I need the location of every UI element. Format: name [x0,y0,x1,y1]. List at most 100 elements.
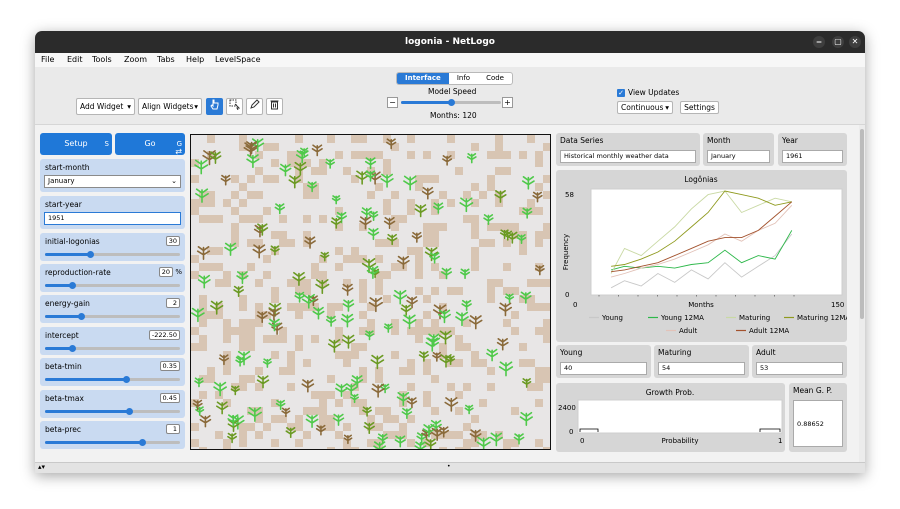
menu-zoom[interactable]: Zoom [124,55,147,64]
adult-value: 53 [756,362,843,375]
slider-knob[interactable] [78,313,86,320]
bare-patch [327,391,335,399]
tab-interface[interactable]: Interface [397,73,449,84]
resize-handle-icon[interactable]: • [447,463,451,470]
speed-increase-button[interactable]: + [502,97,513,108]
start-year-input[interactable]: 1951 [44,212,181,225]
bare-patch [519,151,527,159]
slider-track[interactable] [45,408,180,415]
bare-patch [503,447,511,449]
slider-value[interactable]: 1 [166,424,180,434]
bare-patch [535,327,543,335]
data-series-select[interactable]: Historical monthly weather data [560,150,696,163]
scrollbar-thumb[interactable] [860,129,864,319]
slider-track[interactable] [45,376,180,383]
view-updates-checkbox[interactable]: ✓ [617,89,625,97]
bare-patch [375,407,383,415]
menu-help[interactable]: Help [186,55,204,64]
tab-code[interactable]: Code [478,73,512,84]
start-year-input-widget: start-year 1951 [40,196,185,229]
collapse-icon[interactable]: ▴▾ [38,463,45,471]
menu-tools[interactable]: Tools [92,55,112,64]
bare-patch [199,391,207,399]
logonia-plant-icon [275,399,286,411]
go-button[interactable]: Go G ⇄ [115,133,185,156]
tab-info[interactable]: Info [449,73,478,84]
slider-knob[interactable] [86,251,94,258]
slider-value[interactable]: 30 [165,236,180,246]
logonia-plant-icon [414,441,427,449]
select-icon[interactable] [226,98,243,115]
edit-icon[interactable] [246,98,263,115]
slider-value[interactable]: 0.35 [159,361,180,371]
plot-title: Logônias [684,175,717,184]
bare-patch [431,319,439,327]
bare-patch [543,191,550,199]
minimize-icon[interactable]: ‒ [813,36,825,48]
bare-patch [351,255,359,263]
bare-patch [471,255,479,263]
slider-knob[interactable] [69,345,76,352]
maximize-icon[interactable]: ▢ [832,36,844,48]
view-updates-label: View Updates [628,88,680,97]
bare-patch [247,175,255,183]
slider-track[interactable] [45,251,180,258]
menu-edit[interactable]: Edit [67,55,83,64]
slider-track[interactable] [45,345,180,352]
pointer-icon[interactable] [206,98,223,115]
menu-file[interactable]: File [41,55,54,64]
setup-button[interactable]: Setup S [40,133,112,155]
bare-patch [343,255,351,263]
slider-energy-gain: energy-gain 2 [40,295,185,323]
slider-value[interactable]: 2 [166,298,180,308]
menu-levelspace[interactable]: LevelSpace [215,55,261,64]
bare-patch [207,263,215,271]
speed-slider-knob[interactable] [448,99,455,106]
month-value: January [707,150,770,163]
update-mode-dropdown[interactable]: Continuous ▾ [617,101,673,114]
close-icon[interactable]: ✕ [849,36,861,48]
slider-value[interactable]: 20 [158,267,173,277]
bare-patch [311,391,319,399]
slider-track[interactable] [45,313,180,320]
bare-patch [255,383,263,391]
slider-value[interactable]: -222.50 [148,330,180,340]
bare-patch [239,375,247,383]
logonia-plant-icon [476,436,491,449]
slider-knob[interactable] [69,282,76,289]
bare-patch [239,383,247,391]
speed-decrease-button[interactable]: − [387,97,398,108]
align-widgets-dropdown[interactable]: Align Widgets ▾ [138,98,202,115]
bare-patch [463,343,471,351]
slider-track[interactable] [45,282,180,289]
world-view[interactable] [190,134,551,450]
slider-knob[interactable] [125,408,133,415]
slider-knob[interactable] [123,376,130,383]
growth-xmin: 0 [580,437,584,445]
logonia-plant-icon [521,176,535,190]
menu-tabs[interactable]: Tabs [157,55,175,64]
growth-prob-plot: Growth Prob. 2400 0 0 1 Probability [556,383,785,452]
young-monitor: Young 40 [556,345,651,378]
logonia-plant-icon [341,283,354,296]
speed-slider[interactable] [401,99,501,106]
slider-knob[interactable] [139,439,147,446]
bare-patch [351,135,359,143]
bare-patch [207,367,215,375]
young-label: Young [560,348,583,357]
start-month-select[interactable]: January ⌄ [44,175,181,188]
delete-icon[interactable] [266,98,283,115]
slider-track[interactable] [45,439,180,446]
add-widget-dropdown[interactable]: Add Widget ▾ [76,98,135,115]
slider-value[interactable]: 0.45 [159,393,180,403]
bare-patch [519,343,527,351]
bare-patch [463,191,471,199]
plot-xmin: 0 [573,301,577,309]
bare-patch [439,447,447,449]
settings-button[interactable]: Settings [680,101,719,114]
bare-patch [383,407,391,415]
bare-patch [359,279,367,287]
bare-patch [455,343,463,351]
logonia-plant-icon [521,207,533,219]
vertical-scrollbar[interactable] [859,125,865,464]
